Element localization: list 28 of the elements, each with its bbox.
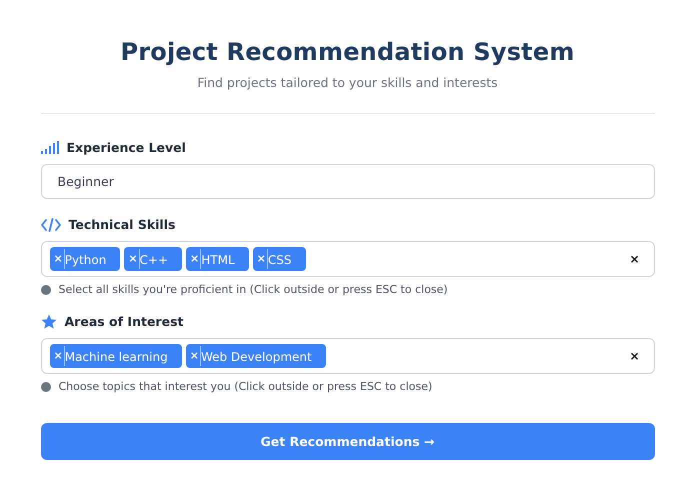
remove-tag-button[interactable]: × xyxy=(54,346,65,366)
field-label: Experience Level xyxy=(66,140,186,155)
tag-input-field[interactable]: × Python × C++ × HTML × CSS × xyxy=(40,241,654,277)
tag-label: Machine learning xyxy=(64,349,168,366)
tag-input-field[interactable]: × Machine learning × Web Development × xyxy=(40,338,654,374)
tag-label: Python xyxy=(64,252,106,269)
tag-label: HTML xyxy=(201,252,235,269)
clear-button[interactable]: × xyxy=(623,252,646,266)
signal-icon xyxy=(40,141,58,154)
remove-tag-button[interactable]: × xyxy=(190,346,201,366)
tag-label: C++ xyxy=(140,252,168,269)
hint-text: Select all skills you're proficient in (Click outside or press ESC to close) xyxy=(58,283,448,296)
remove-tag-button[interactable]: × xyxy=(256,249,268,269)
tag-label: CSS xyxy=(268,252,292,269)
remove-tag-button[interactable]: × xyxy=(128,249,140,269)
get-recommendations-button[interactable]: Get Recommendations → xyxy=(40,423,654,460)
page-title: Project Recommendation System xyxy=(119,38,576,66)
clear-button[interactable]: × xyxy=(623,349,646,363)
hint-text: Choose topics that interest you (Click outside or press ESC to close) xyxy=(58,380,432,393)
tag-label: Web Development xyxy=(200,349,312,366)
select-field[interactable]: Beginner xyxy=(40,164,654,199)
field-label: Areas of Interest xyxy=(64,314,184,329)
remove-tag-button[interactable]: × xyxy=(190,249,202,269)
star-icon xyxy=(40,314,56,329)
remove-tag-button[interactable]: × xyxy=(54,249,65,269)
page-subtitle: Find projects tailored to your skills and interests xyxy=(196,75,499,90)
code-icon xyxy=(40,218,60,232)
field-label: Technical Skills xyxy=(68,217,176,232)
